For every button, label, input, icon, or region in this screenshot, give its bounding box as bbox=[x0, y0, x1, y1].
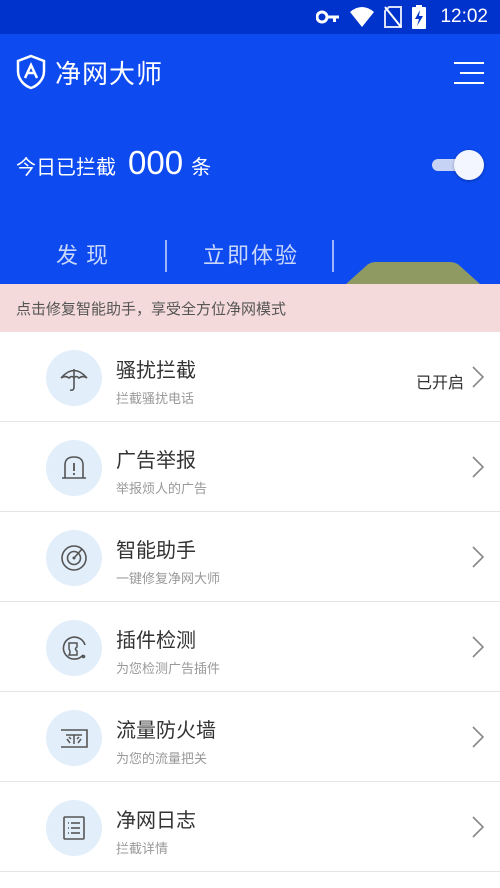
tab-divider bbox=[165, 240, 167, 272]
status-bar: 12:02 bbox=[0, 0, 500, 34]
hill-illustration bbox=[346, 262, 480, 284]
today-intercept-summary: 今日已拦截 000 条 bbox=[16, 144, 211, 182]
chevron-right-icon bbox=[472, 726, 484, 748]
item-title: 净网日志 bbox=[116, 808, 196, 832]
item-title: 流量防火墙 bbox=[116, 718, 216, 742]
plugin-scan-icon bbox=[46, 620, 102, 676]
item-subtitle: 拦截详情 bbox=[116, 842, 169, 857]
notice-text: 点击修复智能助手，享受全方位净网模式 bbox=[16, 299, 287, 318]
radar-icon bbox=[46, 530, 102, 586]
item-title: 智能助手 bbox=[116, 538, 196, 562]
list-item-plugin-scan[interactable]: 插件检测 为您检测广告插件 bbox=[0, 602, 500, 692]
item-subtitle: 为您的流量把关 bbox=[116, 752, 208, 767]
item-subtitle: 拦截骚扰电话 bbox=[116, 392, 195, 407]
item-subtitle: 一键修复净网大师 bbox=[116, 572, 221, 587]
clock: 12:02 bbox=[440, 6, 488, 27]
item-title: 插件检测 bbox=[116, 628, 196, 652]
today-label: 今日已拦截 bbox=[16, 155, 116, 179]
umbrella-icon bbox=[46, 350, 102, 406]
item-subtitle: 为您检测广告插件 bbox=[116, 662, 221, 677]
feature-list: 骚扰拦截 拦截骚扰电话 已开启 广告举报 举报烦人的广告 智能助手 一键修复净网… bbox=[0, 332, 500, 872]
count-unit: 条 bbox=[191, 155, 212, 179]
battery-charging-icon bbox=[412, 5, 427, 29]
wifi-icon bbox=[350, 7, 375, 27]
chevron-right-icon bbox=[472, 636, 484, 658]
hero-header: 净网大师 今日已拦截 000 条 发现 立即体验 bbox=[0, 34, 500, 284]
vpn-key-icon bbox=[316, 10, 340, 24]
tab-try-now[interactable]: 立即体验 bbox=[203, 238, 299, 284]
intercept-count: 000 bbox=[128, 144, 184, 181]
list-item-net-log[interactable]: 净网日志 拦截详情 bbox=[0, 782, 500, 872]
log-icon bbox=[46, 800, 102, 856]
status-icons: 12:02 bbox=[316, 0, 488, 34]
item-status: 已开启 bbox=[415, 373, 464, 392]
firewall-icon bbox=[46, 710, 102, 766]
no-sim-icon bbox=[384, 6, 403, 28]
chevron-right-icon bbox=[472, 546, 484, 568]
alert-icon bbox=[46, 440, 102, 496]
list-item-traffic-firewall[interactable]: 流量防火墙 为您的流量把关 bbox=[0, 692, 500, 782]
tab-discover[interactable]: 发现 bbox=[56, 238, 116, 284]
item-title: 骚扰拦截 bbox=[116, 358, 196, 382]
tab-divider bbox=[332, 240, 334, 272]
protection-toggle[interactable] bbox=[432, 150, 484, 180]
chevron-right-icon bbox=[472, 816, 484, 838]
app-title: 净网大师 bbox=[55, 60, 164, 90]
chevron-right-icon bbox=[472, 366, 484, 388]
item-subtitle: 举报烦人的广告 bbox=[116, 482, 208, 497]
shield-logo-icon bbox=[16, 54, 46, 90]
list-item-harassment-block[interactable]: 骚扰拦截 拦截骚扰电话 已开启 bbox=[0, 332, 500, 422]
item-title: 广告举报 bbox=[116, 448, 196, 472]
repair-notice-banner[interactable]: 点击修复智能助手，享受全方位净网模式 bbox=[0, 284, 500, 332]
menu-icon[interactable] bbox=[454, 62, 484, 86]
list-item-ad-report[interactable]: 广告举报 举报烦人的广告 bbox=[0, 422, 500, 512]
list-item-smart-assistant[interactable]: 智能助手 一键修复净网大师 bbox=[0, 512, 500, 602]
chevron-right-icon bbox=[472, 456, 484, 478]
